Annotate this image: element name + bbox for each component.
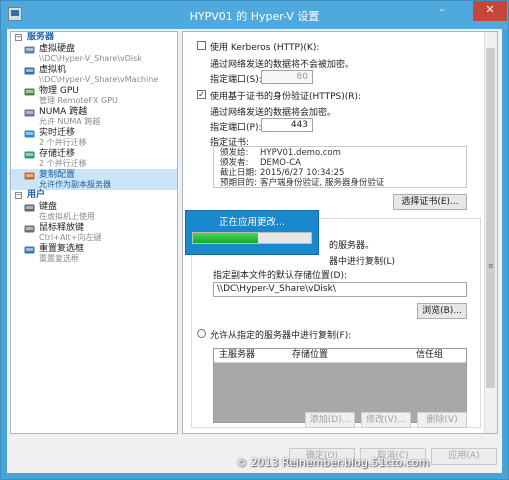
nav-section-server[interactable]: − 服务器	[11, 32, 177, 43]
nav-item-storage-migration[interactable]: 存储迁移 2 个并行迁移	[11, 148, 177, 169]
nav-item-name: 鼠标释放键	[39, 223, 85, 233]
nav-item-name: 虚拟机	[39, 65, 67, 75]
scrollbar-thumb[interactable]	[486, 48, 495, 388]
https-label: 使用基于证书的身份验证(HTTPS)(R):	[210, 92, 362, 102]
nav-item-detail: Ctrl+Alt+向左键	[39, 233, 102, 242]
nav-item-numa[interactable]: NUMA 跨越 允许 NUMA 跨越	[11, 106, 177, 127]
col-trust-group[interactable]: 信任组	[416, 349, 443, 362]
nav-item-name: 物理 GPU	[39, 86, 79, 96]
https-description: 通过网络发送的数据将会加密。	[210, 108, 337, 118]
reset-checkbox-icon	[24, 246, 35, 254]
panel-scrollbar[interactable]: ≡	[484, 32, 497, 433]
add-button[interactable]: 添加(D)...	[305, 412, 355, 428]
kerberos-port-label: 指定端口(S):	[210, 75, 262, 85]
nav-item-name: 存储迁移	[39, 149, 76, 159]
progress-fill	[193, 233, 258, 243]
kerberos-port-input[interactable]: 80	[261, 70, 313, 84]
gpu-icon	[24, 88, 35, 96]
nav-item-detail: 2 个并行迁移	[39, 138, 87, 147]
kerberos-checkbox[interactable]	[197, 41, 206, 50]
nav-item-keyboard[interactable]: 键盘 在虚拟机上使用	[11, 201, 177, 222]
collapse-icon[interactable]: −	[15, 192, 22, 199]
nav-item-mouse[interactable]: 鼠标释放键 Ctrl+Alt+向左键	[11, 222, 177, 243]
virtual-disk-icon	[24, 46, 35, 54]
nav-item-detail: 重置复选框	[39, 254, 79, 263]
nav-item-gpu[interactable]: 物理 GPU 管理 RemoteFX GPU	[11, 85, 177, 106]
replica-any-server-text: 器中进行复制(L)	[329, 257, 396, 267]
apply-button[interactable]: 应用(A)	[431, 448, 497, 465]
col-primary-server[interactable]: 主服务器	[219, 349, 255, 362]
nav-item-detail: 允许 NUMA 跨越	[39, 117, 101, 126]
nav-item-replication[interactable]: 复制配置 允许作为副本服务器	[11, 169, 177, 190]
settings-nav-tree: − 服务器 虚拟硬盘 \\DC\Hyper-V_Share\vDisk 虚拟机 \\DC…	[10, 31, 178, 434]
numa-icon	[24, 109, 35, 117]
nav-item-name: 重置复选框	[39, 244, 85, 254]
close-button[interactable]: ✕	[473, 1, 507, 21]
nav-item-name: 键盘	[39, 202, 58, 212]
nav-item-name: 实时迁移	[39, 128, 76, 138]
allow-specified-label: 允许从指定的服务器中进行复制(F):	[210, 331, 352, 341]
nav-item-detail: \\DC\Hyper-V_Share\vDisk	[39, 54, 142, 63]
storage-location-label: 指定副本文件的默认存储位置(D):	[213, 271, 347, 281]
live-migration-icon	[24, 130, 35, 138]
nav-item-virtual-disk[interactable]: 虚拟硬盘 \\DC\Hyper-V_Share\vDisk	[11, 43, 177, 64]
https-port-label: 指定端口(P):	[210, 123, 262, 133]
virtual-machine-icon	[24, 67, 35, 75]
nav-item-detail: \\DC\Hyper-V_Share\vMachine	[39, 75, 159, 84]
certificate-details: 颁发给: HYPV01.demo.com 颁发者: DEMO-CA 截止日期: 201…	[213, 146, 467, 188]
progress-bar	[192, 232, 312, 244]
storage-location-input[interactable]: \\DC\Hyper-V_Share\vDisk\	[213, 282, 467, 297]
mouse-icon	[24, 225, 35, 233]
browse-button[interactable]: 浏览(B)...	[417, 303, 467, 319]
nav-item-reset-checkbox[interactable]: 重置复选框 重置复选框	[11, 243, 177, 264]
nav-item-name: 复制配置	[39, 170, 76, 180]
replication-icon	[24, 172, 35, 180]
nav-item-detail: 管理 RemoteFX GPU	[39, 96, 118, 105]
minimize-button[interactable]: –	[429, 1, 455, 21]
nav-item-virtual-machine[interactable]: 虚拟机 \\DC\Hyper-V_Share\vMachine	[11, 64, 177, 85]
collapse-icon[interactable]: −	[15, 34, 22, 41]
table-header: 主服务器 存储位置 信任组	[214, 349, 466, 363]
kerberos-label: 使用 Kerberos (HTTP)(K):	[210, 43, 320, 53]
scrollbar-grip-icon: ≡	[488, 262, 494, 270]
progress-label: 正在应用更改...	[218, 217, 286, 228]
nav-item-detail: 2 个并行迁移	[39, 159, 87, 168]
storage-migration-icon	[24, 151, 35, 159]
nav-item-name: NUMA 跨越	[39, 107, 88, 117]
edit-button[interactable]: 修改(V)...	[361, 412, 411, 428]
kerberos-description: 通过网络发送的数据将不会被加密。	[210, 60, 355, 70]
nav-item-detail: 允许作为副本服务器	[39, 180, 111, 189]
nav-item-detail: 在虚拟机上使用	[39, 212, 95, 221]
keyboard-icon	[24, 204, 35, 212]
replica-servers-text: 的服务器。	[329, 241, 375, 251]
https-port-input[interactable]: 443	[261, 118, 313, 132]
applying-changes-popup: 正在应用更改...	[185, 210, 319, 255]
nav-item-name: 虚拟硬盘	[39, 44, 76, 54]
delete-button[interactable]: 删除(V)	[417, 412, 467, 428]
nav-item-live-migration[interactable]: 实时迁移 2 个并行迁移	[11, 127, 177, 148]
select-certificate-button[interactable]: 选择证书(E)...	[393, 194, 467, 210]
nav-section-user[interactable]: − 用户	[11, 190, 177, 201]
allow-specified-radio[interactable]	[197, 329, 206, 338]
title-bar[interactable]: HYPV01 的 Hyper-V 设置 – ✕	[1, 1, 508, 29]
watermark: © 2013 Reinember.blog.51cto.com	[236, 456, 430, 469]
col-storage-location[interactable]: 存储位置	[292, 349, 328, 362]
https-checkbox[interactable]: ✓	[197, 90, 206, 99]
